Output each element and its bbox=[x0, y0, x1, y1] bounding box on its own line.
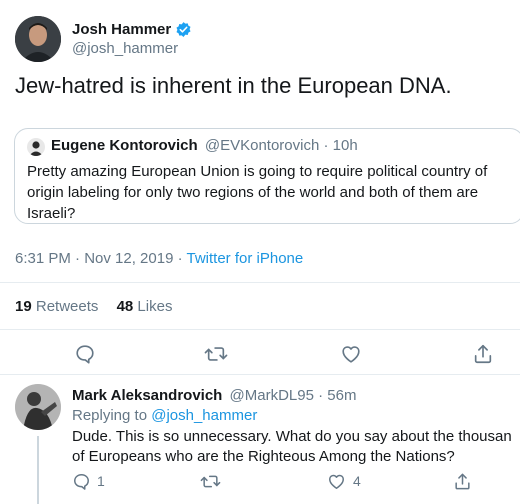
divider bbox=[0, 282, 520, 283]
replying-to-link[interactable]: @josh_hammer bbox=[151, 407, 257, 424]
retweets-label: Retweets bbox=[35, 298, 99, 315]
reply-share-icon[interactable] bbox=[453, 472, 472, 491]
tweet-text: Jew-hatred is inherent in the European D… bbox=[15, 73, 452, 98]
reply-reply-icon[interactable] bbox=[72, 472, 91, 491]
replying-to-label: Replying to bbox=[72, 407, 148, 424]
meta-separator: · bbox=[173, 250, 187, 267]
reply-author-name[interactable]: Mark Aleksandrovich bbox=[72, 387, 222, 404]
reply-text: Dude. This is so unnecessary. What do yo… bbox=[72, 427, 520, 467]
quoted-tweet-text: Pretty amazing European Union is going t… bbox=[27, 161, 487, 224]
author-avatar[interactable] bbox=[15, 16, 61, 62]
likes-label: Likes bbox=[137, 298, 173, 315]
tweet-source[interactable]: Twitter for iPhone bbox=[187, 250, 304, 267]
quoted-text-line: origin labeling for only two regions of … bbox=[27, 184, 479, 201]
reply-icon[interactable] bbox=[74, 343, 96, 365]
reply-reply-count: 1 bbox=[97, 473, 105, 489]
share-icon[interactable] bbox=[472, 343, 494, 365]
like-icon[interactable] bbox=[340, 343, 362, 365]
reply-like-icon[interactable] bbox=[327, 472, 346, 491]
reply-text-line: Dude. This is so unnecessary. What do yo… bbox=[72, 428, 512, 445]
reply-text-line: of Europeans who are the Righteous Among… bbox=[72, 448, 455, 465]
retweets-stat[interactable]: 19 Retweets bbox=[15, 298, 103, 315]
quoted-author-avatar bbox=[27, 138, 45, 156]
tweet-timestamp[interactable]: 6:31 PM · Nov 12, 2019 bbox=[15, 250, 173, 267]
reply-retweet-icon[interactable] bbox=[200, 472, 221, 491]
retweet-icon[interactable] bbox=[204, 343, 228, 365]
verified-badge-icon bbox=[175, 21, 192, 38]
author-name[interactable]: Josh Hammer bbox=[72, 21, 171, 38]
reply-author-avatar[interactable] bbox=[15, 384, 61, 430]
tweet-stats: 19 Retweets 48 Likes bbox=[15, 298, 172, 315]
reply-author-handle[interactable]: @MarkDL95 · 56m bbox=[230, 387, 357, 404]
quoted-author-handle: @EVKontorovich · 10h bbox=[204, 137, 358, 154]
reply-thread-line bbox=[37, 436, 39, 504]
author-handle[interactable]: @josh_hammer bbox=[72, 40, 178, 57]
divider bbox=[0, 374, 520, 375]
quoted-author-name: Eugene Kontorovich bbox=[51, 137, 198, 154]
quoted-text-line: Pretty amazing European Union is going t… bbox=[27, 163, 488, 180]
likes-count: 48 bbox=[116, 298, 134, 315]
quoted-text-line: Israeli? bbox=[27, 205, 76, 222]
divider bbox=[0, 329, 520, 330]
retweets-count: 19 bbox=[15, 298, 32, 315]
reply-like-count: 4 bbox=[353, 473, 361, 489]
likes-stat[interactable]: 48 Likes bbox=[117, 298, 173, 315]
